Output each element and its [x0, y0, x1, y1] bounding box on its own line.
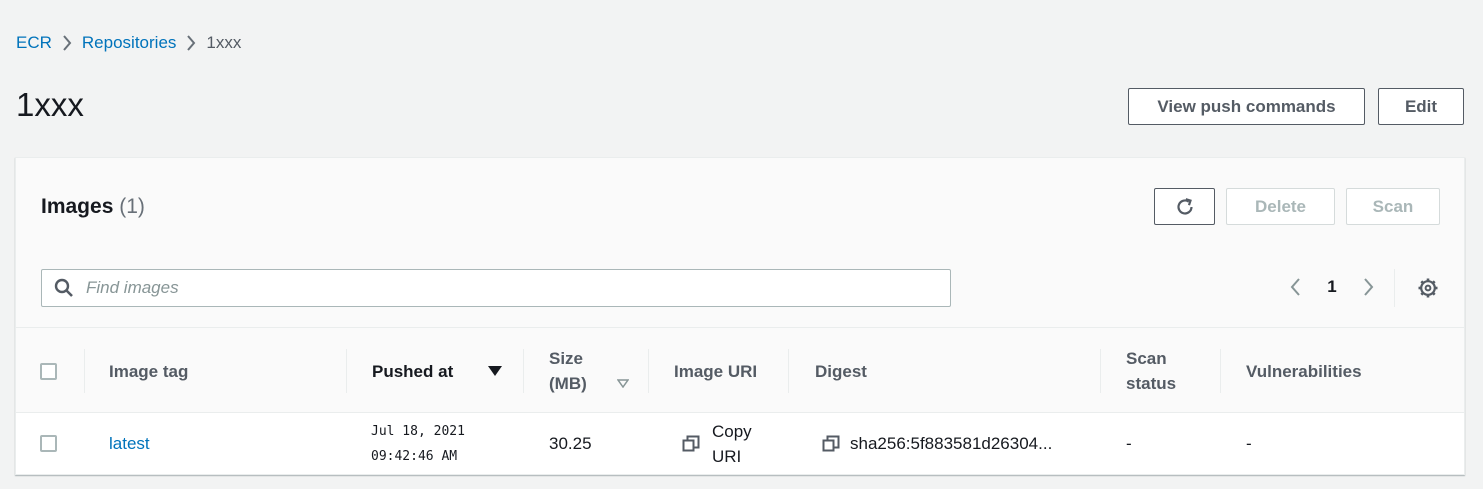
images-title: Images: [41, 195, 114, 218]
table-row: latest Jul 18, 2021 09:42:46 AM 30.25 Co…: [16, 413, 1464, 474]
scan-button[interactable]: Scan: [1346, 188, 1440, 225]
column-header-size[interactable]: Size (MB): [549, 328, 629, 414]
search-box: [41, 269, 951, 307]
chevron-right-icon: [52, 35, 82, 51]
pushed-date: Jul 18, 2021: [371, 423, 465, 439]
search-input[interactable]: [86, 278, 926, 298]
column-header-image-tag[interactable]: Image tag: [109, 328, 188, 414]
page-title: 1xxx: [16, 86, 84, 123]
copy-icon: [682, 435, 700, 451]
digest-value: sha256:5f883581d26304...: [850, 433, 1053, 453]
copy-icon[interactable]: [822, 435, 840, 453]
column-header-vulnerabilities: Vulnerabilities: [1246, 361, 1362, 381]
size-label-line2: (MB): [549, 374, 587, 393]
size-label-line1: Size: [549, 349, 584, 368]
edit-button[interactable]: Edit: [1378, 88, 1464, 125]
scan-status-line2: status: [1126, 374, 1177, 393]
breadcrumb-ecr[interactable]: ECR: [16, 33, 52, 53]
size-cell: 30.25: [549, 433, 592, 453]
digest-cell: sha256:5f883581d26304...: [822, 413, 1052, 474]
breadcrumb: ECR Repositories 1xxx: [16, 33, 241, 53]
column-header-pushed-at[interactable]: Pushed at: [372, 328, 502, 414]
preferences-button[interactable]: [1416, 277, 1440, 299]
chevron-right-icon: [1364, 278, 1374, 296]
table-header: Image tag Pushed at Size (MB) Image URI: [16, 327, 1464, 413]
image-tag-cell: latest: [109, 413, 150, 474]
images-table: Image tag Pushed at Size (MB) Image URI: [16, 327, 1464, 474]
select-all-cell: [40, 328, 64, 414]
copy-uri-button[interactable]: Copy URI: [682, 413, 752, 474]
pushed-at-cell: Jul 18, 2021 09:42:46 AM: [371, 413, 465, 474]
search-icon: [54, 277, 76, 299]
select-all-checkbox[interactable]: [40, 362, 57, 380]
pagination-page-1[interactable]: 1: [1322, 277, 1342, 297]
image-tag-link[interactable]: latest: [109, 434, 150, 454]
scan-status-cell: -: [1126, 433, 1132, 453]
pagination-next-button[interactable]: [1358, 277, 1380, 297]
chevron-right-icon: [176, 35, 206, 51]
breadcrumb-current: 1xxx: [206, 33, 242, 52]
images-count: (1): [119, 195, 145, 218]
view-push-commands-button[interactable]: View push commands: [1128, 88, 1365, 125]
sort-descending-icon: [488, 366, 502, 376]
row-checkbox[interactable]: [40, 435, 57, 452]
scan-status-line1: Scan: [1126, 349, 1167, 368]
vulnerabilities-cell: -: [1246, 433, 1252, 453]
images-panel: Images (1) Delete Scan 1: [15, 157, 1465, 475]
copy-uri-line1: Copy: [712, 421, 752, 441]
pagination-previous-button[interactable]: [1284, 277, 1306, 297]
refresh-button[interactable]: [1154, 188, 1215, 225]
column-header-scan-status: Scan status: [1126, 328, 1176, 414]
sort-icon: [616, 379, 629, 388]
pushed-time: 09:42:46 AM: [371, 448, 458, 464]
refresh-icon: [1174, 196, 1196, 218]
breadcrumb-repositories[interactable]: Repositories: [82, 33, 177, 53]
copy-uri-line2: URI: [712, 446, 742, 466]
images-panel-title: Images (1): [41, 195, 145, 219]
column-header-digest: Digest: [815, 361, 867, 381]
column-header-image-uri: Image URI: [674, 361, 758, 381]
gear-icon: [1418, 278, 1438, 298]
pushed-at-label: Pushed at: [372, 361, 454, 381]
pagination-divider: [1394, 269, 1395, 307]
chevron-left-icon: [1290, 278, 1300, 296]
delete-button[interactable]: Delete: [1226, 188, 1335, 225]
row-select-cell: [40, 413, 57, 474]
